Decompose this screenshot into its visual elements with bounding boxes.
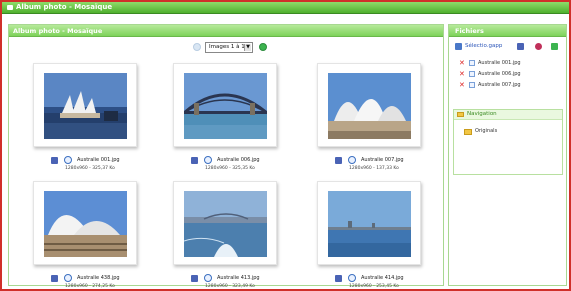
edit-photo-icon[interactable] [191,275,198,282]
info-icon[interactable] [348,156,356,164]
file-name: Australie 001.jpg [478,60,521,66]
photo-harbour-view[interactable] [328,191,411,257]
previous-page-icon[interactable] [193,43,201,51]
photo-filename: Australie 413.jpg [217,275,260,281]
download-icon[interactable] [551,43,558,50]
folder-label[interactable]: Originals [475,128,497,134]
photo-filesize: 1280x960 - 325,37 Ko [65,166,115,171]
selection-icon[interactable] [455,43,462,50]
photo-thumbnail-card[interactable] [33,63,137,147]
photo-opera-house-sails[interactable] [328,73,411,139]
page-range-value: Images 1 à 15 [209,44,249,50]
photo-ferry-wake[interactable] [184,191,267,257]
window-icon [7,5,13,10]
delete-icon[interactable]: ✕ [459,70,465,78]
navigation-header: Navigation [454,110,562,120]
file-list-item[interactable]: ✕ Australie 006.jpg [459,70,559,79]
file-icon [469,60,475,66]
folder-icon [464,129,472,135]
photo-filename: Australie 438.jpg [77,275,120,281]
files-sidebar: Fichiers Sélectio.gapp ✕ Australie 001.j… [448,24,567,286]
next-page-icon[interactable] [259,43,267,51]
info-icon[interactable] [204,274,212,282]
file-name: Australie 007.jpg [478,82,521,88]
delete-icon[interactable]: ✕ [459,81,465,89]
photo-caption: Australie 007.jpg 1280x960 - 137,33 Ko [317,156,421,178]
photo-thumbnail-card[interactable] [173,181,277,265]
app-window: Album photo - Mosaïque Album photo - Mos… [0,0,571,291]
files-toolbar: Sélectio.gapp [455,43,565,53]
delete-icon[interactable]: ✕ [459,59,465,67]
edit-photo-icon[interactable] [335,157,342,164]
chevron-down-icon[interactable]: ▼ [244,44,251,51]
files-sidebar-header: Fichiers [449,25,566,37]
photo-filesize: 1280x960 - 137,33 Ko [349,166,399,171]
photo-caption: Australie 006.jpg 1280x960 - 325,35 Ko [173,156,277,178]
file-name: Australie 006.jpg [478,71,521,77]
photo-thumbnail-card[interactable] [33,181,137,265]
eraser-icon[interactable] [535,43,542,50]
photo-thumbnail-card[interactable] [317,181,421,265]
folder-icon [457,112,464,117]
file-list-item[interactable]: ✕ Australie 007.jpg [459,81,559,90]
navigation-title: Navigation [467,111,497,117]
file-icon [469,71,475,77]
window-title: Album photo - Mosaïque [16,3,113,11]
photo-opera-house-closeup[interactable] [44,191,127,257]
photo-filesize: 1280x960 - 253,45 Ko [349,284,399,289]
photo-filename: Australie 006.jpg [217,157,260,163]
photo-caption: Australie 438.jpg 1280x960 - 274,25 Ko [33,274,137,291]
edit-icon[interactable] [517,43,524,50]
edit-photo-icon[interactable] [51,275,58,282]
mosaic-panel-header: Album photo - Mosaïque [9,25,443,37]
photo-harbour-bridge[interactable] [184,73,267,139]
photo-filename: Australie 007.jpg [361,157,404,163]
info-icon[interactable] [348,274,356,282]
mosaic-panel-title: Album photo - Mosaïque [13,27,103,35]
edit-photo-icon[interactable] [335,275,342,282]
photo-filesize: 1280x960 - 325,35 Ko [205,166,255,171]
info-icon[interactable] [204,156,212,164]
info-icon[interactable] [64,156,72,164]
page-range-select[interactable]: Images 1 à 15 ▼ [205,42,253,53]
file-list-item[interactable]: ✕ Australie 001.jpg [459,59,559,68]
photo-thumbnail-card[interactable] [317,63,421,147]
selection-label[interactable]: Sélectio.gapp [465,43,502,49]
photo-caption: Australie 413.jpg 1280x960 - 323,49 Ko [173,274,277,291]
photo-caption: Australie 001.jpg 1280x960 - 325,37 Ko [33,156,137,178]
photo-filesize: 1280x960 - 323,49 Ko [205,284,255,289]
photo-filesize: 1280x960 - 274,25 Ko [65,284,115,289]
navigation-panel: Navigation Originals [453,109,563,175]
edit-photo-icon[interactable] [191,157,198,164]
photo-filename: Australie 414.jpg [361,275,404,281]
window-titlebar: Album photo - Mosaïque [2,2,569,14]
photo-opera-house-harbour[interactable] [44,73,127,139]
file-icon [469,82,475,88]
photo-thumbnail-card[interactable] [173,63,277,147]
edit-photo-icon[interactable] [51,157,58,164]
mosaic-panel: Album photo - Mosaïque Images 1 à 15 ▼ A… [8,24,444,289]
files-sidebar-title: Fichiers [455,27,484,35]
photo-filename: Australie 001.jpg [77,157,120,163]
photo-caption: Australie 414.jpg 1280x960 - 253,45 Ko [317,274,421,291]
info-icon[interactable] [64,274,72,282]
